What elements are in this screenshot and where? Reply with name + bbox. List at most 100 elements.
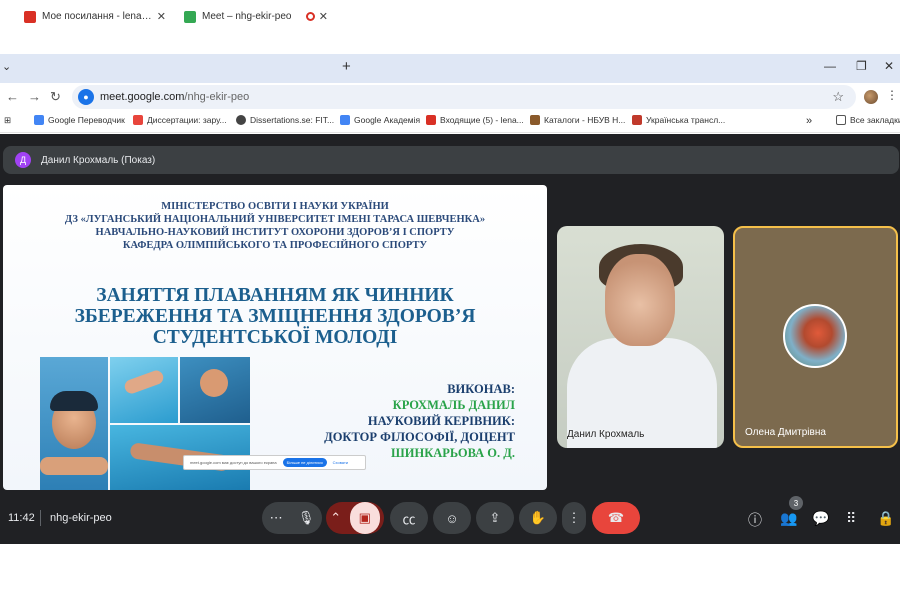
- slide-header-line: НАВЧАЛЬНО-НАУКОВИЙ ІНСТИТУТ ОХОРОНИ ЗДОР…: [95, 227, 455, 238]
- bookmark-label: Входящие (5) - lena...: [440, 115, 524, 125]
- browser-tab-posylannya[interactable]: Мое посилання - lenashin1968 ✕: [16, 4, 174, 29]
- forward-arrow-icon[interactable]: →: [28, 89, 41, 104]
- bookmark-item[interactable]: Dissertations.se: FIT...: [236, 115, 334, 125]
- bookmark-label: Dissertations.se: FIT...: [250, 115, 335, 125]
- stop-sharing-button[interactable]: Більше не ділитися: [282, 458, 327, 467]
- bookmark-label: Українська трансл...: [646, 115, 726, 125]
- hand-icon: ✋: [529, 510, 547, 525]
- author-name: КРОХМАЛЬ ДАНИЛ: [392, 398, 515, 412]
- swimmer-photo: [180, 357, 250, 423]
- close-window-button[interactable]: ✕: [884, 59, 894, 73]
- all-bookmarks-folder[interactable]: Все закладки: [836, 115, 900, 125]
- bookmark-item[interactable]: Диссертации: зару...: [133, 115, 227, 125]
- video-options-chevron-icon[interactable]: ⌃: [330, 510, 341, 526]
- hang-up-icon: ☎: [607, 510, 625, 525]
- library-icon: [530, 115, 540, 125]
- translate-icon: [34, 115, 44, 125]
- bookmark-favicon-icon: [632, 115, 642, 125]
- close-tab-icon[interactable]: ✕: [319, 10, 328, 23]
- performed-label: ВИКОНАВ:: [447, 382, 515, 396]
- bookmark-item[interactable]: Каталоги - НБУВ Н...: [530, 115, 625, 125]
- camera-off-icon[interactable]: ▣: [349, 502, 380, 534]
- swim-cap: [50, 391, 98, 411]
- bookmark-label: Google Академія: [354, 115, 421, 125]
- tab-title: Meet – nhg-ekir-peo: [202, 11, 292, 22]
- participants-count-badge: 3: [789, 496, 803, 510]
- participant-name: Олена Дмитрівна: [745, 427, 826, 438]
- participant-tile-danyl[interactable]: Данил Крохмаль: [557, 226, 724, 448]
- toolbar-divider: [40, 510, 41, 526]
- restore-button[interactable]: ❐: [856, 59, 867, 73]
- browser-tab-strip: [0, 54, 900, 83]
- omnibox[interactable]: ● meet.google.com/nhg-ekir-peo ☆: [72, 85, 856, 109]
- bookmark-item[interactable]: Українська трансл...: [632, 115, 725, 125]
- scholar-icon: [340, 115, 350, 125]
- address-bar-row: ← → ↻ ● meet.google.com/nhg-ekir-peo ☆: [0, 83, 900, 111]
- swimmer-photo: [110, 357, 178, 423]
- meet-icon: [184, 10, 196, 23]
- globe-icon: [236, 115, 246, 125]
- swimmer-figure: [200, 369, 228, 397]
- bookmark-item[interactable]: Google Переводчик: [34, 115, 125, 125]
- bookmarks-bar: ⊞ Google Переводчик Диссертации: зару...…: [0, 111, 900, 133]
- url-text: meet.google.com/nhg-ekir-peo: [100, 91, 249, 103]
- slide-title-line: СТУДЕНТСЬКОЇ МОЛОДІ: [152, 327, 398, 348]
- slide-title: ЗАНЯТТЯ ПЛАВАННЯМ ЯК ЧИННИК ЗБЕРЕЖЕННЯ Т…: [3, 285, 547, 348]
- more-options-icon: ⋮: [567, 510, 581, 525]
- activities-icon[interactable]: ⠿: [846, 510, 856, 527]
- chat-icon[interactable]: 💬: [812, 510, 829, 527]
- slide-title-line: ЗАНЯТТЯ ПЛАВАННЯМ ЯК ЧИННИК: [96, 285, 454, 306]
- shared-screen-slide: МІНІСТЕРСТВО ОСВІТИ І НАУКИ УКРАЇНИ ДЗ «…: [3, 185, 547, 490]
- slide-header-line: КАФЕДРА ОЛІМПІЙСЬКОГО ТА ПРОФЕСІЙНОГО СП…: [122, 240, 428, 251]
- swimmer-figure: [122, 368, 166, 396]
- swimmer-arms: [40, 457, 108, 475]
- participant-avatar: [783, 304, 847, 368]
- more-options-button[interactable]: ⋮: [562, 502, 586, 534]
- hide-notice-link[interactable]: Сховати: [333, 460, 348, 465]
- emoji-button[interactable]: ☺: [433, 502, 471, 534]
- new-tab-button[interactable]: +: [342, 58, 351, 75]
- url-path: /nhg-ekir-peo: [184, 91, 250, 103]
- bookmark-label: Google Переводчик: [48, 115, 125, 125]
- minimize-button[interactable]: —: [824, 59, 836, 73]
- audio-control-group: ⋯ 🎙: [262, 502, 322, 534]
- slide-title-line: ЗБЕРЕЖЕННЯ ТА ЗМІЦНЕННЯ ЗДОРОВ’Я: [74, 306, 476, 327]
- bookmark-label: Каталоги - НБУВ Н...: [544, 115, 626, 125]
- emoji-icon: ☺: [445, 510, 459, 526]
- people-icon[interactable]: 👥: [780, 510, 797, 527]
- recording-icon: [305, 12, 315, 21]
- bookmark-item[interactable]: Входящие (5) - lena...: [426, 115, 524, 125]
- presenter-avatar: Д: [15, 152, 31, 168]
- tab-search-chevron-icon[interactable]: ⌄: [2, 60, 11, 73]
- browser-tab-meet[interactable]: Meet – nhg-ekir-peo ✕: [176, 4, 336, 29]
- participant-tile-olena[interactable]: Олена Дмитрівна: [733, 226, 898, 448]
- more-bookmarks-button[interactable]: »: [806, 115, 812, 127]
- captions-button[interactable]: ㏄: [390, 502, 428, 534]
- present-button[interactable]: ⇪: [476, 502, 514, 534]
- apps-grid-icon[interactable]: ⊞: [4, 115, 11, 126]
- microphone-icon[interactable]: 🎙: [298, 510, 315, 526]
- audio-options-icon[interactable]: ⋯: [270, 510, 283, 526]
- supervisor-degree: ДОКТОР ФІЛОСОФІЇ, ДОЦЕНТ: [324, 430, 515, 444]
- slide-header-line: ДЗ «ЛУГАНСЬКИЙ НАЦІОНАЛЬНИЙ УНІВЕРСИТЕТ …: [64, 214, 486, 225]
- meet-toolbar: 11:42 nhg-ekir-peo ⋯ 🎙 ⌃ ▣ ㏄ ☺ ⇪ ✋ ⋮ ☎ ⓘ…: [0, 494, 900, 544]
- participant-name: Данил Крохмаль: [567, 429, 645, 440]
- bookmark-item[interactable]: Google Академія: [340, 115, 420, 125]
- bookmark-star-icon[interactable]: ☆: [832, 89, 844, 105]
- browser-menu-icon[interactable]: ⋮: [886, 88, 898, 102]
- close-tab-icon[interactable]: ✕: [157, 10, 166, 23]
- leave-call-button[interactable]: ☎: [592, 502, 640, 534]
- site-info-icon[interactable]: ●: [78, 89, 94, 105]
- swimmer-photo: [40, 357, 108, 490]
- tab-title: Мое посилання - lenashin1968: [42, 11, 153, 22]
- participant-video-face: [605, 254, 675, 346]
- back-arrow-icon[interactable]: ←: [6, 89, 19, 104]
- reload-icon[interactable]: ↻: [50, 89, 61, 105]
- slide-header: МІНІСТЕРСТВО ОСВІТИ І НАУКИ УКРАЇНИ ДЗ «…: [3, 200, 547, 252]
- screenshot-frame: ⌄ Мое посилання - lenashin1968 ✕ Meet – …: [0, 0, 900, 600]
- host-controls-icon[interactable]: 🔒: [877, 510, 894, 527]
- raise-hand-button[interactable]: ✋: [519, 502, 557, 534]
- gmail-icon: [426, 115, 436, 125]
- profile-avatar[interactable]: [864, 90, 878, 104]
- meeting-info-icon[interactable]: ⓘ: [748, 510, 762, 530]
